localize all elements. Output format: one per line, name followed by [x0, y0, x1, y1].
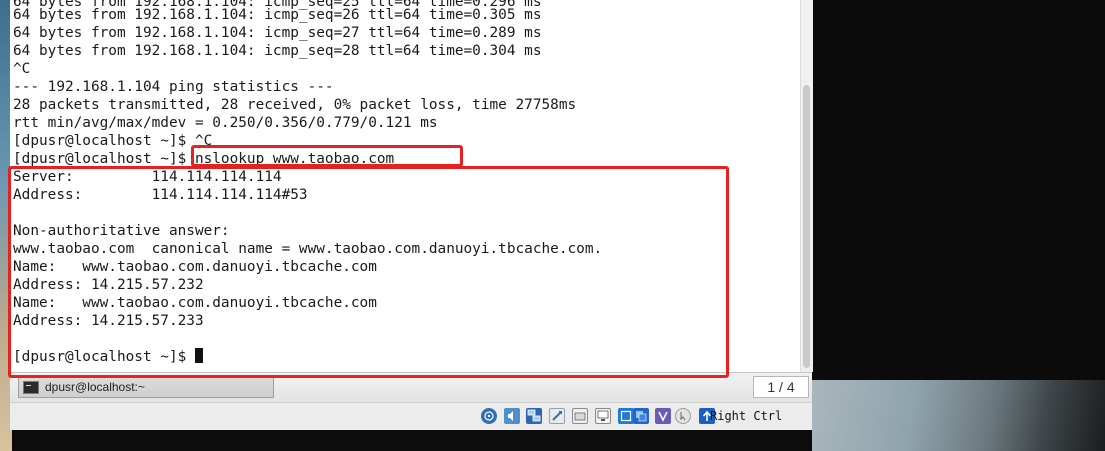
annotation-output-highlight	[8, 166, 729, 378]
terminal-icon	[23, 380, 39, 394]
annotation-command-highlight	[191, 145, 463, 167]
usb-icon[interactable]	[549, 408, 565, 424]
cpu-virtualization-icon[interactable]	[633, 408, 649, 424]
video-capture-icon[interactable]	[618, 408, 634, 424]
taskbar-window-label: dpusr@localhost:~	[45, 380, 145, 394]
terminal-line: 64 bytes from 192.168.1.104: icmp_seq=28…	[13, 43, 542, 59]
terminal-line: 64 bytes from 192.168.1.104: icmp_seq=26…	[13, 7, 542, 23]
mouse-integration-icon[interactable]	[675, 408, 691, 424]
terminal-line: 28 packets transmitted, 28 received, 0% …	[13, 97, 577, 113]
terminal-line: ^C	[13, 61, 31, 77]
workspace-pager[interactable]: 1 / 4	[753, 376, 809, 398]
host-key-label: Right Ctrl	[710, 409, 783, 423]
taskbar-terminal-button[interactable]: dpusr@localhost:~	[18, 376, 274, 398]
terminal-line: --- 192.168.1.104 ping statistics ---	[13, 79, 334, 95]
terminal-line: 64 bytes from 192.168.1.104: icmp_seq=27…	[13, 25, 542, 41]
cd-drive-icon[interactable]	[481, 408, 497, 424]
desktop-background-dark	[812, 0, 1105, 380]
terminal-scrollbar[interactable]	[800, 0, 813, 372]
audio-icon[interactable]	[504, 408, 520, 424]
scrollbar-thumb[interactable]	[803, 85, 810, 368]
desktop-background-bottom	[812, 380, 1105, 451]
network-icon[interactable]	[526, 408, 542, 424]
virtualbox-statusbar: Right Ctrl	[10, 402, 812, 430]
shared-folders-icon[interactable]	[572, 408, 588, 424]
display-icon[interactable]	[595, 408, 611, 424]
v-extension-icon[interactable]	[655, 408, 671, 424]
terminal-line: rtt min/avg/max/mdev = 0.250/0.356/0.779…	[13, 115, 438, 131]
terminal-line: [dpusr@localhost ~]$ ^C	[13, 133, 213, 149]
